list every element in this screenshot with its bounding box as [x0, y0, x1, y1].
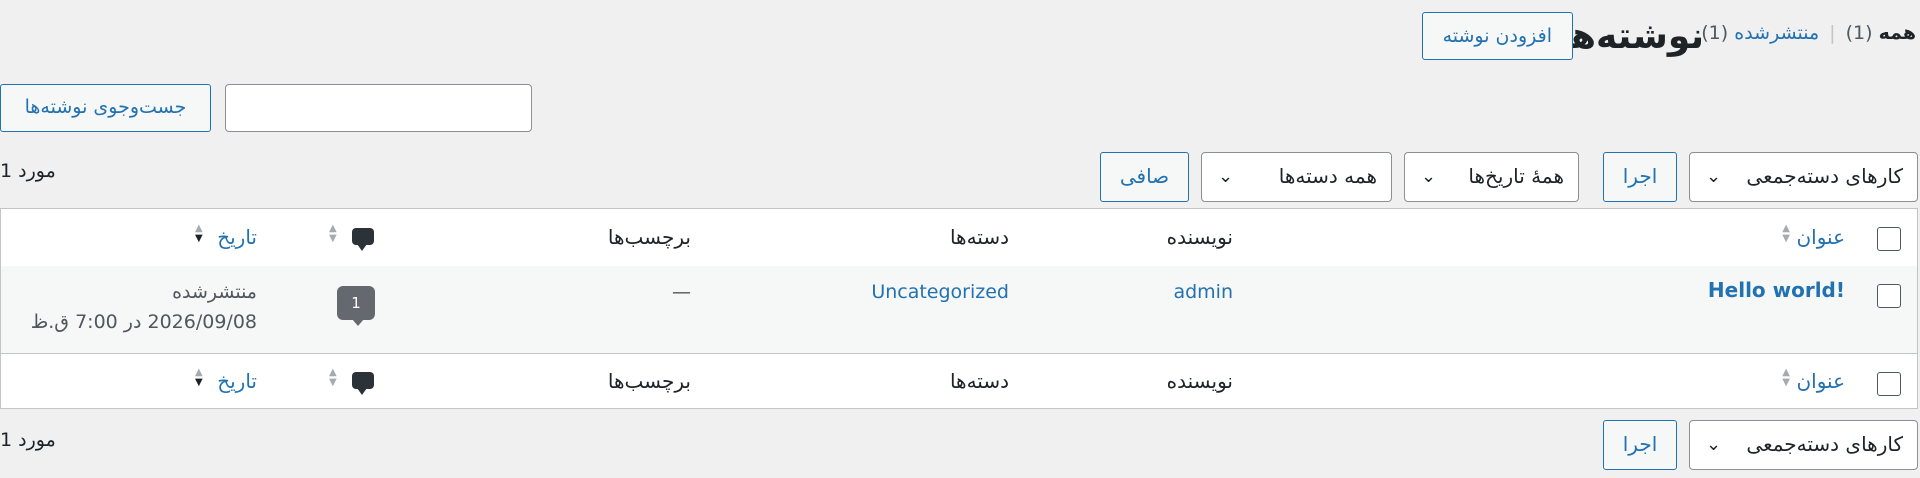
add-new-post-button[interactable]: افزودن نوشته: [1421, 12, 1573, 60]
view-filters: همه (1) | منتشرشده (1): [1701, 20, 1916, 46]
view-all-count: (1): [1845, 22, 1873, 44]
comment-icon[interactable]: [352, 228, 374, 251]
post-author-link[interactable]: admin: [1173, 278, 1233, 306]
chevron-down-icon: ⌄: [1706, 166, 1722, 187]
bulk-actions-value: کارهای دسته‌جمعی: [1746, 164, 1903, 188]
bulk-actions-value-bottom: کارهای دسته‌جمعی: [1746, 432, 1903, 456]
column-date-sort-footer[interactable]: تاریخ: [217, 367, 257, 395]
select-all-checkbox[interactable]: [1877, 227, 1901, 251]
post-status: منتشرشده: [172, 281, 257, 303]
view-separator: |: [1829, 22, 1836, 44]
sort-icon: ▲ ▼: [195, 367, 203, 388]
view-published-label: منتشرشده: [1734, 22, 1820, 44]
dates-filter-select[interactable]: همهٔ تاریخ‌ها ⌄: [1404, 152, 1579, 202]
view-published-count: (1): [1701, 22, 1729, 44]
sort-icon: ▲ ▼: [329, 223, 337, 244]
column-date-sort[interactable]: تاریخ: [217, 223, 257, 251]
search-input[interactable]: [225, 84, 532, 132]
post-category-link[interactable]: Uncategorized: [871, 278, 1009, 306]
search-posts-button[interactable]: جست‌وجوی نوشته‌ها: [0, 84, 211, 132]
items-count-top: 1 مورد: [0, 160, 56, 182]
apply-button-bottom[interactable]: اجرا: [1603, 420, 1677, 470]
sort-icon: ▲ ▼: [329, 367, 337, 388]
categories-filter-value: همه دسته‌ها: [1278, 164, 1377, 188]
chevron-down-icon: ⌄: [1218, 166, 1234, 187]
row-checkbox[interactable]: [1877, 284, 1901, 308]
column-categories-footer: دسته‌ها: [949, 369, 1009, 393]
view-all[interactable]: همه (1): [1846, 20, 1916, 46]
post-title-link[interactable]: Hello world!: [1708, 276, 1845, 304]
post-tags: —: [672, 281, 691, 303]
post-datetime: 2026/09/08 در 7:00 ق.ظ: [30, 311, 257, 333]
column-tags: برچسب‌ها: [607, 225, 691, 249]
column-title-sort[interactable]: عنوان: [1796, 223, 1845, 251]
sort-icon: ▲ ▼: [1782, 223, 1790, 244]
table-header-row: عنوان ▲ ▼ نویسنده دسته‌ها برچسب‌ها ▲ ▼ تار…: [1, 209, 1917, 267]
select-all-checkbox-footer[interactable]: [1877, 372, 1901, 396]
apply-button[interactable]: اجرا: [1603, 152, 1677, 202]
view-published[interactable]: منتشرشده (1): [1701, 20, 1819, 46]
page-title: نوشته‌ها: [1557, 16, 1705, 57]
comment-count-bubble[interactable]: 1: [337, 286, 375, 326]
table-row: Hello world! admin Uncategorized — 1 منت…: [1, 266, 1917, 354]
bulk-actions-select[interactable]: کارهای دسته‌جمعی ⌄: [1689, 152, 1918, 202]
chevron-down-icon: ⌄: [1421, 166, 1437, 187]
column-tags-footer: برچسب‌ها: [607, 369, 691, 393]
column-categories: دسته‌ها: [949, 225, 1009, 249]
items-count-bottom: 1 مورد: [0, 429, 56, 451]
chevron-down-icon: ⌄: [1706, 434, 1722, 455]
dates-filter-value: همهٔ تاریخ‌ها: [1468, 164, 1564, 188]
column-author-footer: نویسنده: [1166, 369, 1233, 393]
sort-icon: ▲ ▼: [195, 223, 203, 244]
column-title-sort-footer[interactable]: عنوان: [1796, 367, 1845, 395]
sort-icon: ▲ ▼: [1782, 367, 1790, 388]
posts-table: عنوان ▲ ▼ نویسنده دسته‌ها برچسب‌ها ▲ ▼ تار…: [0, 208, 1918, 409]
column-author: نویسنده: [1166, 225, 1233, 249]
table-footer-row: عنوان ▲ ▼ نویسنده دسته‌ها برچسب‌ها ▲ ▼ تار…: [1, 354, 1917, 409]
comment-icon[interactable]: [352, 372, 374, 395]
categories-filter-select[interactable]: همه دسته‌ها ⌄: [1201, 152, 1392, 202]
filter-button[interactable]: صافی: [1100, 152, 1189, 202]
view-all-label: همه: [1878, 22, 1916, 44]
bulk-actions-select-bottom[interactable]: کارهای دسته‌جمعی ⌄: [1689, 420, 1918, 470]
